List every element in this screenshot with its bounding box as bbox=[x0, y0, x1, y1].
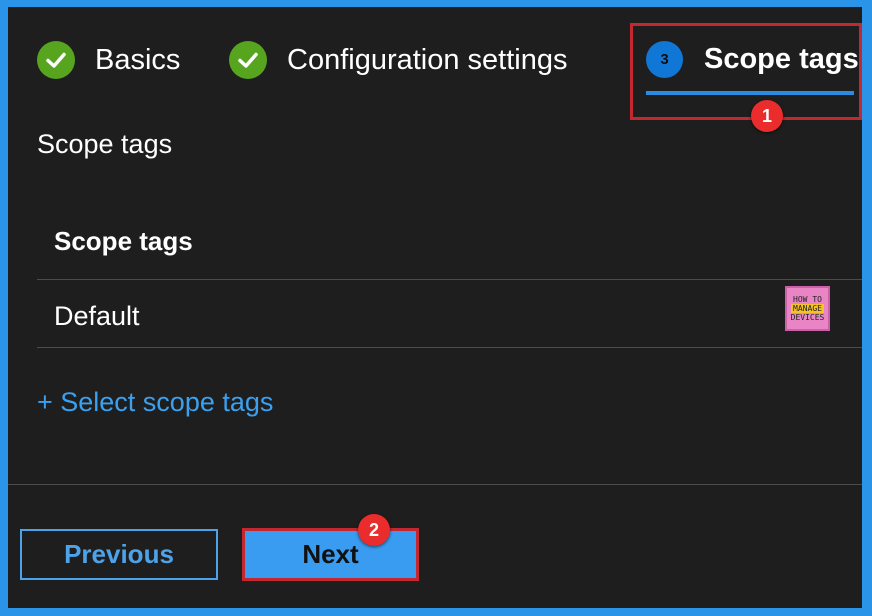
column-header: Scope tags bbox=[54, 226, 193, 256]
check-circle-icon bbox=[37, 41, 75, 79]
check-circle-icon bbox=[229, 41, 267, 79]
step-label: Basics bbox=[95, 43, 181, 76]
table-row: Default bbox=[54, 301, 140, 331]
annotation-highlight-box bbox=[630, 23, 862, 120]
table-divider bbox=[37, 347, 862, 348]
watermark-logo: HOW TO MANAGE DEVICES bbox=[785, 286, 830, 331]
step-basics[interactable]: Basics bbox=[37, 41, 180, 79]
step-configuration-settings[interactable]: Configuration settings bbox=[229, 41, 568, 79]
table-divider bbox=[37, 279, 862, 280]
next-button[interactable]: Next bbox=[242, 528, 419, 581]
annotation-badge: 2 bbox=[358, 514, 390, 546]
step-label: Configuration settings bbox=[287, 43, 568, 76]
footer-divider bbox=[8, 484, 862, 485]
annotation-badge: 1 bbox=[751, 100, 783, 132]
select-scope-tags-link[interactable]: + Select scope tags bbox=[37, 387, 273, 418]
previous-button[interactable]: Previous bbox=[20, 529, 218, 580]
scope-tags-panel: Basics Configuration settings 3 Scope ta… bbox=[8, 7, 862, 608]
section-title: Scope tags bbox=[37, 129, 173, 159]
